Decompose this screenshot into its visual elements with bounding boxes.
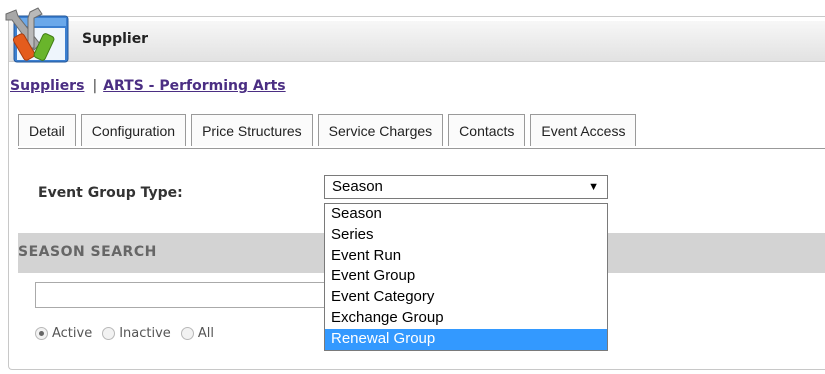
tab-event-access[interactable]: Event Access <box>530 114 637 146</box>
breadcrumb: Suppliers | ARTS - Performing Arts <box>10 78 286 94</box>
breadcrumb-suppliers-link[interactable]: Suppliers <box>10 78 84 94</box>
tab-service-charges[interactable]: Service Charges <box>317 114 444 146</box>
tab-configuration[interactable]: Configuration <box>80 114 187 146</box>
window-title: Supplier <box>82 31 149 47</box>
dropdown-arrow-icon: ▼ <box>588 181 599 193</box>
radio-button[interactable] <box>35 327 48 340</box>
radio-all[interactable]: All <box>180 326 214 341</box>
option-series[interactable]: Series <box>325 225 607 246</box>
tab-price-structures[interactable]: Price Structures <box>191 114 313 146</box>
event-group-type-select[interactable]: Season ▼ <box>324 175 608 199</box>
option-event-run[interactable]: Event Run <box>325 246 607 267</box>
tab-detail[interactable]: Detail <box>18 114 76 146</box>
radio-active-label: Active <box>52 326 93 341</box>
season-search-title: SEASON SEARCH <box>18 244 157 260</box>
tab-contacts[interactable]: Contacts <box>448 114 526 146</box>
radio-button[interactable] <box>102 327 116 340</box>
radio-inactive-label: Inactive <box>119 326 171 341</box>
option-event-group[interactable]: Event Group <box>325 266 607 287</box>
event-group-type-value: Season <box>332 178 383 195</box>
radio-inactive[interactable]: Inactive <box>102 326 171 341</box>
season-search-input[interactable] <box>35 282 335 308</box>
breadcrumb-separator: | <box>92 78 98 94</box>
radio-button[interactable] <box>180 327 194 340</box>
tools-app-icon <box>5 7 69 63</box>
breadcrumb-arts-link[interactable]: ARTS - Performing Arts <box>103 78 285 94</box>
event-group-type-label: Event Group Type: <box>38 185 183 201</box>
radio-all-label: All <box>197 326 214 341</box>
option-event-category[interactable]: Event Category <box>325 287 607 308</box>
radio-active[interactable]: Active <box>35 326 92 341</box>
tab-bar: Detail Configuration Price Structures Se… <box>18 114 825 149</box>
status-filter: Active Inactive All <box>35 326 224 341</box>
option-exchange-group[interactable]: Exchange Group <box>325 308 607 329</box>
option-renewal-group[interactable]: Renewal Group <box>325 328 607 350</box>
option-season[interactable]: Season <box>325 204 607 225</box>
event-group-type-dropdown-list: Season Series Event Run Event Group Even… <box>324 203 608 351</box>
